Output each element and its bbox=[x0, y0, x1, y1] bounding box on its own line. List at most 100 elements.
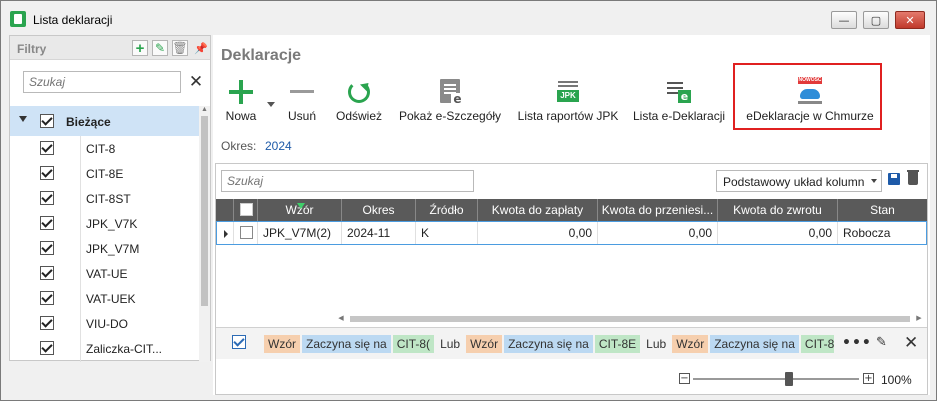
col-header-kwota-zwrotu[interactable]: Kwota do zwrotu bbox=[718, 199, 838, 221]
filter-tree-item[interactable]: JPK_V7K bbox=[10, 211, 199, 236]
zoom-in-button[interactable]: + bbox=[863, 373, 874, 384]
col-header-zrodlo[interactable]: Źródło bbox=[416, 199, 478, 221]
clear-search-icon[interactable]: ✕ bbox=[188, 72, 204, 92]
select-all-header[interactable] bbox=[234, 199, 258, 221]
new-dropdown-icon[interactable] bbox=[267, 102, 275, 107]
row-indicator bbox=[217, 222, 234, 244]
filter-item-checkbox[interactable] bbox=[40, 266, 54, 280]
filter-tree-item[interactable]: VIU-DO bbox=[10, 311, 199, 336]
filter-item-checkbox[interactable] bbox=[40, 241, 54, 255]
col-header-kwota-zaplaty[interactable]: Kwota do zapłaty bbox=[478, 199, 598, 221]
filter-item-checkbox[interactable] bbox=[40, 166, 54, 180]
filter-chip-op[interactable]: Zaczyna się na bbox=[504, 335, 593, 353]
col-header-label: Stan bbox=[870, 203, 895, 217]
filter-item-label: VAT-UE bbox=[86, 267, 128, 281]
filter-item-checkbox[interactable] bbox=[40, 341, 54, 355]
cell-kwota-zwrotu[interactable]: 0,00 bbox=[718, 222, 838, 244]
scroll-right-icon[interactable]: ▶ bbox=[914, 314, 924, 324]
filter-item-checkbox[interactable] bbox=[40, 216, 54, 230]
col-header-label: Okres bbox=[362, 203, 395, 217]
filter-chip-op[interactable]: Zaczyna się na bbox=[302, 335, 391, 353]
filter-item-checkbox[interactable] bbox=[40, 291, 54, 305]
new-button[interactable]: Nowa bbox=[222, 77, 260, 129]
filter-item-label: JPK_V7M bbox=[86, 242, 140, 256]
cell-zrodlo[interactable]: K bbox=[416, 222, 478, 244]
filter-tree-item[interactable]: VAT-UE bbox=[10, 261, 199, 286]
col-header-wzor[interactable]: Wzór bbox=[258, 199, 342, 221]
filter-item-checkbox[interactable] bbox=[40, 191, 54, 205]
jpk-reports-button[interactable]: JPK Lista raportów JPK bbox=[516, 77, 620, 129]
minus-icon bbox=[289, 79, 315, 105]
edit-filter-pencil-icon[interactable]: ✎ bbox=[876, 336, 887, 350]
column-layout-select[interactable]: Podstawowy układ kolumn bbox=[716, 170, 882, 192]
horizontal-scroll-thumb[interactable] bbox=[350, 316, 910, 322]
row-checkbox[interactable] bbox=[240, 226, 253, 239]
cell-wzor[interactable]: JPK_V7M(2) bbox=[258, 222, 342, 244]
zoom-out-button[interactable]: − bbox=[679, 373, 690, 384]
more-icon[interactable]: ••• bbox=[842, 336, 872, 350]
filter-chip-field[interactable]: Wzór bbox=[466, 335, 503, 353]
grid-search-input[interactable] bbox=[222, 171, 473, 191]
horizontal-scrollbar[interactable]: ◀ ▶ bbox=[336, 314, 924, 324]
show-e-details-label: Pokaż e-Szczegóły bbox=[399, 109, 502, 123]
filter-enabled-checkbox[interactable] bbox=[232, 335, 246, 349]
filter-item-checkbox[interactable] bbox=[40, 316, 54, 330]
cell-stan[interactable]: Robocza bbox=[838, 222, 926, 244]
filter-chip-join[interactable]: Lub bbox=[436, 335, 464, 353]
add-filter-icon[interactable]: + bbox=[132, 40, 148, 57]
filter-item-checkbox[interactable] bbox=[40, 141, 54, 155]
group-checkbox[interactable] bbox=[40, 114, 54, 128]
filter-expression[interactable]: Wzór Zaczyna się na CIT-8(Lub Wzór Zaczyna s… bbox=[264, 335, 834, 353]
sidebar-scroll-thumb[interactable] bbox=[201, 116, 208, 306]
delete-layout-icon[interactable] bbox=[907, 170, 919, 185]
filter-tree-item[interactable]: CIT-8E bbox=[10, 161, 199, 186]
close-window-button[interactable]: ✕ bbox=[895, 11, 925, 29]
filter-chip-field[interactable]: Wzór bbox=[264, 335, 300, 353]
filter-tree-item[interactable]: CIT-8 bbox=[10, 136, 199, 161]
cell-kwota-zaplaty[interactable]: 0,00 bbox=[478, 222, 598, 244]
e-declarations-list-button[interactable]: e Lista e-Deklaracji bbox=[633, 77, 725, 129]
delete-button[interactable]: Usuń bbox=[284, 77, 320, 129]
scroll-up-icon[interactable]: ▲ bbox=[200, 106, 209, 114]
filter-chip-join[interactable]: Lub bbox=[642, 335, 670, 353]
period-value-link[interactable]: 2024 bbox=[265, 139, 292, 153]
select-all-checkbox[interactable] bbox=[240, 203, 253, 216]
refresh-button[interactable]: Odśwież bbox=[333, 77, 385, 129]
row-select-cell[interactable] bbox=[234, 222, 258, 244]
col-header-stan[interactable]: Stan bbox=[838, 199, 927, 221]
filter-tree-item[interactable]: JPK_V7M bbox=[10, 236, 199, 261]
zoom-slider-track[interactable] bbox=[693, 378, 859, 380]
table-row[interactable]: JPK_V7M(2) 2024-11 K 0,00 0,00 0,00 Robo… bbox=[216, 221, 927, 245]
collapse-arrow-icon[interactable] bbox=[19, 116, 27, 122]
edit-filter-icon[interactable]: ✎ bbox=[152, 40, 168, 56]
jpk-icon-text: JPK bbox=[557, 90, 579, 102]
filter-tree-item[interactable]: CIT-8ST bbox=[10, 186, 199, 211]
pin-icon[interactable]: 📌 bbox=[193, 40, 209, 56]
filter-chip-val[interactable]: CIT-8( bbox=[392, 335, 435, 353]
save-layout-icon[interactable] bbox=[888, 173, 900, 185]
filter-chip-val[interactable]: CIT-8ST bbox=[800, 335, 834, 353]
scroll-left-icon[interactable]: ◀ bbox=[336, 314, 346, 324]
delete-label: Usuń bbox=[287, 109, 316, 123]
col-header-kwota-przeniesienia[interactable]: Kwota do przeniesi... bbox=[598, 199, 718, 221]
filter-chip-val[interactable]: CIT-8E bbox=[594, 335, 641, 353]
zoom-slider-thumb[interactable] bbox=[785, 372, 794, 386]
clear-filter-icon[interactable]: ✕ bbox=[904, 333, 918, 353]
grid-header: Wzór Okres Źródło Kwota do zapłaty Kwota… bbox=[216, 199, 927, 221]
tree-group-current[interactable]: Bieżące bbox=[10, 106, 199, 136]
cell-kwota-przeniesienia[interactable]: 0,00 bbox=[598, 222, 718, 244]
maximize-button[interactable]: ▢ bbox=[863, 11, 889, 29]
filter-tree-item[interactable]: VAT-UEK bbox=[10, 286, 199, 311]
filter-chip-field[interactable]: Wzór bbox=[672, 335, 709, 353]
chevron-down-icon[interactable] bbox=[871, 179, 877, 183]
filter-chip-op[interactable]: Zaczyna się na bbox=[710, 335, 799, 353]
cell-okres[interactable]: 2024-11 bbox=[342, 222, 416, 244]
col-header-okres[interactable]: Okres bbox=[342, 199, 416, 221]
show-e-details-button[interactable]: e Pokaż e-Szczegóły bbox=[399, 77, 501, 129]
minimize-button[interactable]: — bbox=[831, 11, 857, 29]
main-panel: Deklaracje Nowa Usuń Odśwież e Pokaż e-S… bbox=[213, 35, 930, 395]
delete-filter-icon[interactable]: 🗑 bbox=[172, 40, 188, 56]
filters-search-input[interactable] bbox=[24, 72, 180, 92]
sidebar-scrollbar[interactable]: ▲ bbox=[199, 106, 210, 362]
filter-tree-item[interactable]: Zaliczka-CIT... bbox=[10, 336, 199, 361]
